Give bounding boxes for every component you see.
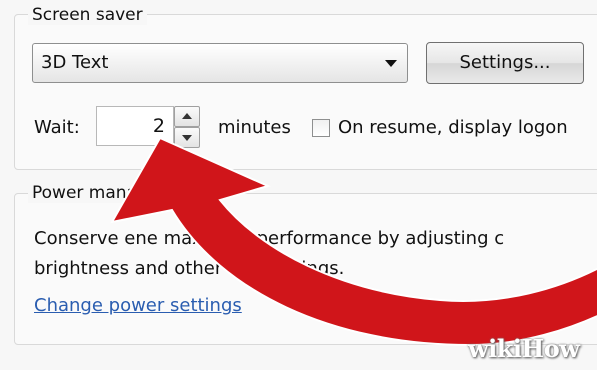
wikihow-watermark: wikiHow <box>468 334 580 363</box>
screen-saver-selected: 3D Text <box>41 52 109 73</box>
settings-button[interactable]: Settings... <box>426 42 584 84</box>
power-management-legend: Power manag <box>28 183 152 203</box>
screen-saver-group <box>14 14 597 170</box>
power-description: Conserve ene maximize performance by adj… <box>34 224 597 284</box>
change-power-settings-link[interactable]: Change power settings <box>34 295 242 316</box>
spin-down-icon[interactable] <box>174 127 200 148</box>
power-description-line2: brightness and other wer settings. <box>34 258 345 279</box>
wait-minutes-input[interactable]: 2 <box>96 106 174 146</box>
wait-label: Wait: <box>34 117 80 138</box>
screen-saver-legend: Screen saver <box>28 5 147 25</box>
spin-up-icon[interactable] <box>174 106 200 127</box>
chevron-down-icon <box>385 60 397 67</box>
on-resume-checkbox[interactable] <box>312 119 330 137</box>
on-resume-label[interactable]: On resume, display logon <box>338 117 568 138</box>
minutes-label: minutes <box>218 117 291 138</box>
wait-spinner[interactable] <box>174 106 200 148</box>
power-description-line1: Conserve ene maximize performance by adj… <box>34 228 505 249</box>
screen-saver-dropdown[interactable]: 3D Text <box>32 43 408 83</box>
